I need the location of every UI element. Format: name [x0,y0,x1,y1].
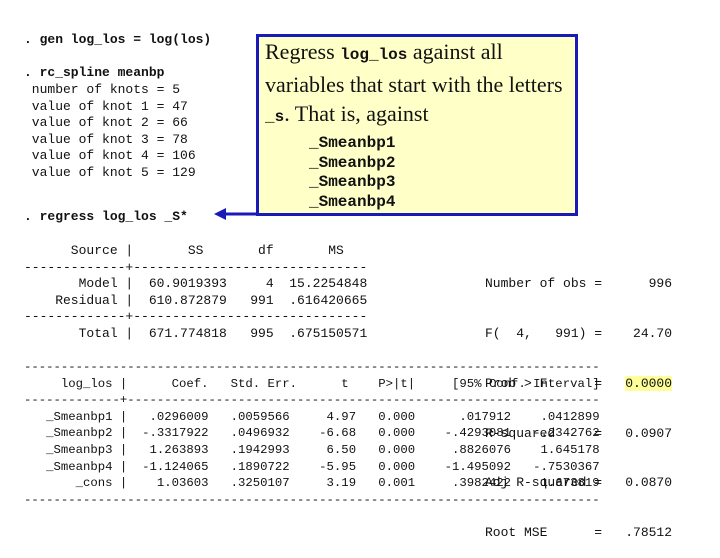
stat-value: 996 [648,276,673,292]
spline-output: number of knots = 5 value of knot 1 = 47… [24,82,196,182]
table-row: _cons | 1.03603 .3250107 3.19 0.001 .398… [24,476,600,491]
callout-variable: _Smeanbp4 [309,192,396,211]
stat-row: Number of obs = 996 [485,276,672,293]
callout-text: Regress [265,39,341,64]
table-row: _Smeanbp3 | 1.263893 .1942993 6.50 0.000… [24,442,600,457]
stat-label: F( 4, 991) = [485,325,603,341]
stat-value: 24.70 [633,325,673,341]
callout-variable-list: _Smeanbp1 _Smeanbp2 _Smeanbp3 _Smeanbp4 [265,134,575,212]
callout-line-2: variables that start with the letters [265,72,563,97]
stat-value: 0.0870 [625,475,673,491]
callout-code: _s [265,108,285,126]
table-header: log_los | Coef. Std. Err. t P>|t| [95% C… [24,376,600,391]
regress-command: . regress log_los _S* [24,209,188,224]
gen-command: . gen log_los = log(los) [24,32,212,47]
stat-label: Root MSE = [485,525,603,541]
anova-total-row: Total | 671.774818 995 .675150571 [24,325,368,341]
callout-code: log_los [340,46,408,64]
callout-variable: _Smeanbp2 [309,153,396,172]
table-row: _Smeanbp2 | -.3317922 .0496932 -6.68 0.0… [24,426,600,441]
stat-value: 0.0907 [625,425,673,441]
table-rule: ----------------------------------------… [24,492,600,507]
spline-line: value of knot 5 = 129 [24,164,196,180]
spline-line: value of knot 2 = 66 [24,115,188,131]
callout-line-1: Regress log_los against all [265,37,575,70]
stat-row: Root MSE = .78512 [485,525,672,542]
coefficient-table: ----------------------------------------… [24,359,600,508]
spline-line: value of knot 4 = 106 [24,148,196,164]
rc-spline-command: . rc_spline meanbp [24,65,165,80]
spline-line: value of knot 3 = 78 [24,131,188,147]
table-row: _Smeanbp4 | -1.124065 .1890722 -5.95 0.0… [24,459,600,474]
spline-line: number of knots = 5 [24,82,181,97]
anova-rule: -------------+--------------------------… [24,309,368,325]
stat-value-highlighted: 0.0000 [625,375,673,391]
callout-text: . That is, against [284,101,429,126]
table-row: _Smeanbp1 | .0296009 .0059566 4.97 0.000… [24,409,600,424]
anova-row: Residual | 610.872879 991 .616420665 [24,292,368,308]
callout-variable: _Smeanbp3 [309,173,396,191]
stat-row: F( 4, 991) = 24.70 [485,326,672,343]
annotation-callout: Regress log_los against all variables th… [256,34,578,216]
anova-row: Model | 60.9019393 4 15.2254848 [24,276,368,292]
spline-line: value of knot 1 = 47 [24,98,188,114]
stat-value: .78512 [625,525,673,541]
anova-rule: -------------+--------------------------… [24,259,368,275]
table-rule: -------------+--------------------------… [24,393,600,408]
stat-label: Number of obs = [485,276,603,292]
callout-text: against all [407,39,503,64]
anova-table: Source | SS df MS -------------+---------… [24,243,367,343]
callout-variable: _Smeanbp1 [309,134,396,152]
table-rule: ----------------------------------------… [24,360,600,374]
anova-header: Source | SS df MS [24,243,344,258]
arrow-icon [214,208,258,220]
callout-line-3: _s. That is, against [265,99,575,132]
